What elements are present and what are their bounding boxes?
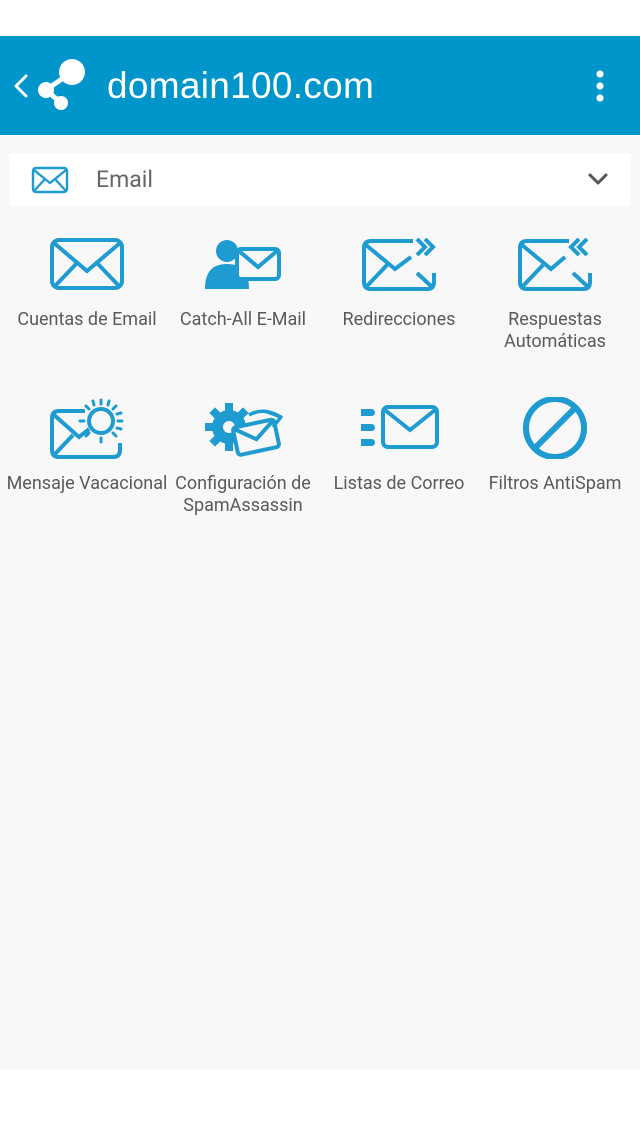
envelope-forward-icon: [361, 237, 437, 299]
tile-label: Mensaje Vacacional: [6, 473, 168, 494]
back-chevron-icon[interactable]: [12, 72, 30, 100]
tile-filtros-antispam[interactable]: Filtros AntiSpam: [477, 397, 633, 547]
section-label: Email: [96, 166, 153, 193]
main-content: Email Cuentas de Email Catch-All E-Mail …: [0, 135, 640, 1070]
tile-listas-de-correo[interactable]: Listas de Correo: [321, 397, 477, 547]
prohibited-icon: [517, 397, 593, 459]
tile-redirecciones[interactable]: Redirecciones: [321, 235, 477, 385]
envelope-icon: [31, 166, 69, 194]
tile-label: Catch-All E-Mail: [179, 309, 307, 330]
app-bar: domain100.com: [0, 36, 640, 135]
envelope-reply-icon: [517, 237, 593, 299]
gear-envelope-icon: [205, 397, 283, 459]
page-title: domain100.com: [107, 65, 375, 106]
tile-label: Cuentas de Email: [17, 309, 157, 330]
section-selector-email[interactable]: Email: [9, 153, 631, 206]
tile-label: Filtros AntiSpam: [488, 473, 622, 494]
tile-label: Listas de Correo: [333, 473, 465, 494]
chevron-down-icon: [587, 170, 609, 188]
tile-label: Configuración de SpamAssassin: [175, 473, 311, 516]
tile-label: Respuestas Automáticas: [504, 309, 606, 352]
tile-mensaje-vacacional[interactable]: Mensaje Vacacional: [7, 397, 167, 547]
list-envelope-icon: [361, 397, 439, 459]
envelope-sun-icon: [49, 397, 125, 459]
user-envelope-icon: [205, 237, 281, 299]
tile-configuracion-spamassassin[interactable]: Configuración de SpamAssassin: [165, 397, 321, 547]
bottom-area: [0, 1070, 640, 1138]
envelope-icon: [49, 237, 125, 299]
tile-respuestas-automaticas[interactable]: Respuestas Automáticas: [477, 235, 633, 385]
tile-label: Redirecciones: [342, 309, 456, 330]
share-logo-icon[interactable]: [36, 58, 90, 112]
tile-catch-all-email[interactable]: Catch-All E-Mail: [165, 235, 321, 385]
tile-cuentas-de-email[interactable]: Cuentas de Email: [9, 235, 165, 385]
status-bar: [0, 0, 640, 36]
overflow-menu-icon[interactable]: [590, 68, 610, 104]
